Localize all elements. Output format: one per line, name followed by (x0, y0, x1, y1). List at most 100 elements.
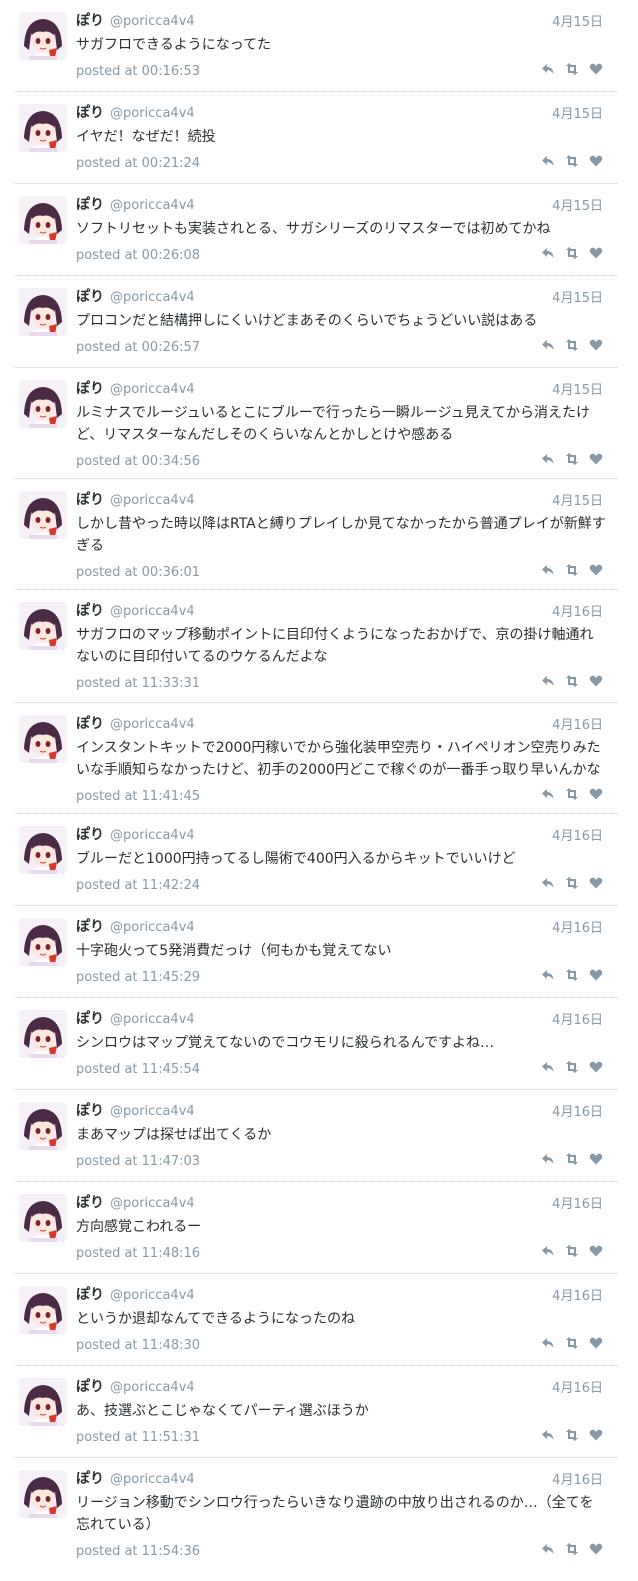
avatar[interactable] (19, 602, 67, 650)
avatar[interactable] (19, 380, 67, 428)
author-name[interactable]: ぽり (76, 1011, 104, 1027)
avatar[interactable] (19, 12, 67, 60)
retweet-icon[interactable] (565, 563, 579, 577)
tweet-date[interactable]: 4月16日 (552, 1469, 603, 1488)
retweet-icon[interactable] (565, 674, 579, 688)
reply-icon[interactable] (541, 968, 555, 982)
heart-icon[interactable] (589, 876, 603, 890)
avatar[interactable] (19, 1010, 67, 1058)
author-handle[interactable]: @poricca4v4 (110, 290, 195, 305)
tweet-date[interactable]: 4月16日 (552, 1193, 603, 1212)
author-name[interactable]: ぽり (76, 919, 104, 935)
tweet-date[interactable]: 4月16日 (552, 601, 603, 620)
reply-icon[interactable] (541, 246, 555, 260)
author-handle[interactable]: @poricca4v4 (110, 1104, 195, 1119)
reply-icon[interactable] (541, 1060, 555, 1074)
heart-icon[interactable] (589, 154, 603, 168)
avatar[interactable] (19, 1286, 67, 1334)
posted-timestamp[interactable]: posted at 11:54:36 (76, 1544, 200, 1559)
retweet-icon[interactable] (565, 154, 579, 168)
tweet-date[interactable]: 4月15日 (552, 490, 603, 509)
reply-icon[interactable] (541, 1428, 555, 1442)
avatar[interactable] (19, 491, 67, 539)
author-handle[interactable]: @poricca4v4 (110, 1196, 195, 1211)
retweet-icon[interactable] (565, 246, 579, 260)
tweet-date[interactable]: 4月16日 (552, 1009, 603, 1028)
retweet-icon[interactable] (565, 1152, 579, 1166)
posted-timestamp[interactable]: posted at 11:47:03 (76, 1154, 200, 1169)
tweet-date[interactable]: 4月15日 (552, 103, 603, 122)
retweet-icon[interactable] (565, 1428, 579, 1442)
retweet-icon[interactable] (565, 338, 579, 352)
author-name[interactable]: ぽり (76, 716, 104, 732)
tweet-date[interactable]: 4月16日 (552, 1101, 603, 1120)
heart-icon[interactable] (589, 563, 603, 577)
retweet-icon[interactable] (565, 787, 579, 801)
posted-timestamp[interactable]: posted at 00:21:24 (76, 156, 200, 171)
author-name[interactable]: ぽり (76, 492, 104, 508)
heart-icon[interactable] (589, 968, 603, 982)
heart-icon[interactable] (589, 1152, 603, 1166)
reply-icon[interactable] (541, 338, 555, 352)
posted-timestamp[interactable]: posted at 00:36:01 (76, 565, 200, 580)
author-handle[interactable]: @poricca4v4 (110, 1012, 195, 1027)
author-handle[interactable]: @poricca4v4 (110, 717, 195, 732)
tweet-date[interactable]: 4月16日 (552, 1285, 603, 1304)
reply-icon[interactable] (541, 62, 555, 76)
author-name[interactable]: ぽり (76, 105, 104, 121)
avatar[interactable] (19, 1194, 67, 1242)
heart-icon[interactable] (589, 1244, 603, 1258)
reply-icon[interactable] (541, 1542, 555, 1556)
heart-icon[interactable] (589, 1060, 603, 1074)
author-name[interactable]: ぽり (76, 1195, 104, 1211)
reply-icon[interactable] (541, 154, 555, 168)
tweet-date[interactable]: 4月15日 (552, 11, 603, 30)
author-handle[interactable]: @poricca4v4 (110, 920, 195, 935)
tweet-date[interactable]: 4月16日 (552, 917, 603, 936)
avatar[interactable] (19, 288, 67, 336)
author-handle[interactable]: @poricca4v4 (110, 493, 195, 508)
posted-timestamp[interactable]: posted at 11:41:45 (76, 789, 200, 804)
retweet-icon[interactable] (565, 1244, 579, 1258)
heart-icon[interactable] (589, 787, 603, 801)
retweet-icon[interactable] (565, 968, 579, 982)
author-name[interactable]: ぽり (76, 827, 104, 843)
posted-timestamp[interactable]: posted at 11:51:31 (76, 1430, 200, 1445)
tweet-date[interactable]: 4月16日 (552, 714, 603, 733)
posted-timestamp[interactable]: posted at 00:16:53 (76, 64, 200, 79)
author-handle[interactable]: @poricca4v4 (110, 1472, 195, 1487)
author-handle[interactable]: @poricca4v4 (110, 1380, 195, 1395)
author-name[interactable]: ぽり (76, 1287, 104, 1303)
author-handle[interactable]: @poricca4v4 (110, 604, 195, 619)
posted-timestamp[interactable]: posted at 00:34:56 (76, 454, 200, 469)
author-name[interactable]: ぽり (76, 1379, 104, 1395)
posted-timestamp[interactable]: posted at 00:26:08 (76, 248, 200, 263)
retweet-icon[interactable] (565, 452, 579, 466)
author-handle[interactable]: @poricca4v4 (110, 106, 195, 121)
avatar[interactable] (19, 1102, 67, 1150)
author-name[interactable]: ぽり (76, 13, 104, 29)
reply-icon[interactable] (541, 1244, 555, 1258)
author-name[interactable]: ぽり (76, 197, 104, 213)
heart-icon[interactable] (589, 338, 603, 352)
author-name[interactable]: ぽり (76, 1471, 104, 1487)
retweet-icon[interactable] (565, 1336, 579, 1350)
author-handle[interactable]: @poricca4v4 (110, 198, 195, 213)
reply-icon[interactable] (541, 1152, 555, 1166)
tweet-date[interactable]: 4月16日 (552, 825, 603, 844)
author-name[interactable]: ぽり (76, 381, 104, 397)
posted-timestamp[interactable]: posted at 11:48:30 (76, 1338, 200, 1353)
reply-icon[interactable] (541, 674, 555, 688)
heart-icon[interactable] (589, 674, 603, 688)
heart-icon[interactable] (589, 62, 603, 76)
heart-icon[interactable] (589, 1428, 603, 1442)
author-handle[interactable]: @poricca4v4 (110, 1288, 195, 1303)
tweet-date[interactable]: 4月15日 (552, 195, 603, 214)
retweet-icon[interactable] (565, 1542, 579, 1556)
reply-icon[interactable] (541, 452, 555, 466)
heart-icon[interactable] (589, 1336, 603, 1350)
heart-icon[interactable] (589, 452, 603, 466)
reply-icon[interactable] (541, 787, 555, 801)
heart-icon[interactable] (589, 1542, 603, 1556)
posted-timestamp[interactable]: posted at 00:26:57 (76, 340, 200, 355)
